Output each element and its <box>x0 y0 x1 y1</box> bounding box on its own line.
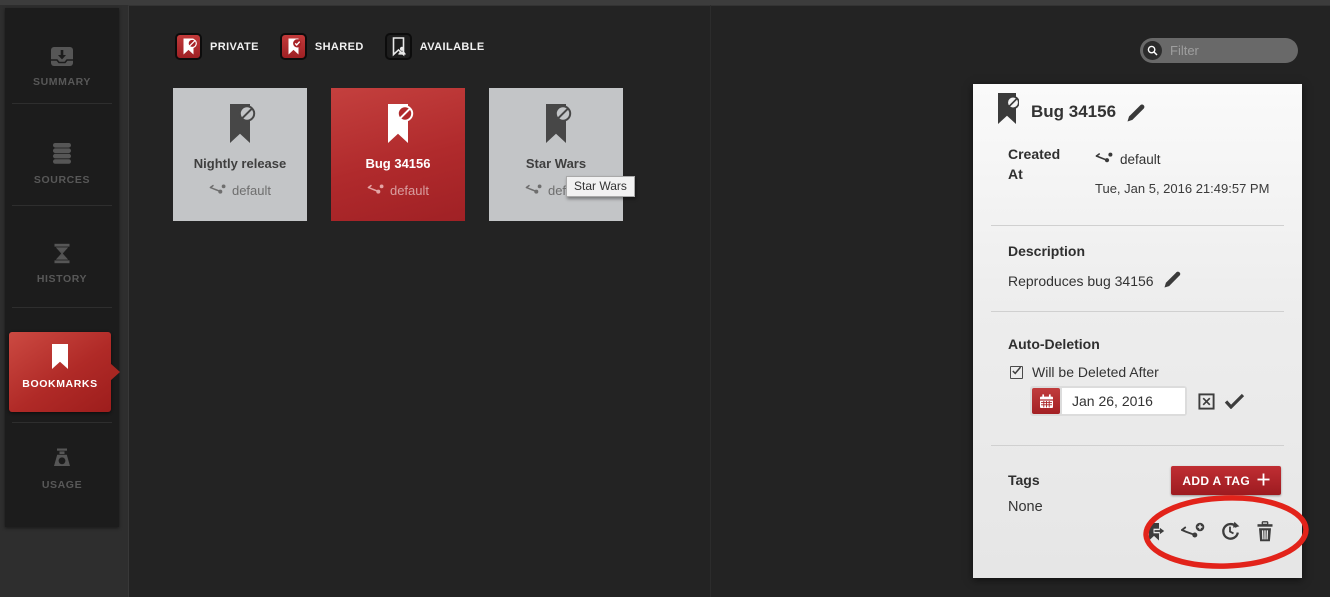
cancel-date-icon[interactable] <box>1198 393 1215 410</box>
bookmark-stream: default <box>209 183 271 198</box>
bookmark-filter-tabs: PRIVATE SHARED AVAILABLE <box>175 33 506 60</box>
bookmark-disabled-icon <box>223 103 257 150</box>
usage-weight-icon <box>51 448 73 470</box>
sidebar-item-label: USAGE <box>5 479 119 491</box>
tooltip: Star Wars <box>566 176 635 197</box>
bookmark-card-list: Nightly release default Bug 34156 <box>173 88 647 221</box>
sidebar-item-bookmarks[interactable]: BOOKMARKS <box>9 332 111 412</box>
bookmark-name: Nightly release <box>194 156 287 171</box>
detail-title: Bug 34156 <box>1031 102 1116 122</box>
stream-icon <box>1095 151 1113 167</box>
bookmark-private-icon <box>175 33 202 60</box>
bookmark-action-toolbar <box>1145 521 1274 542</box>
stream-name: default <box>1120 152 1161 167</box>
created-at-timestamp: Tue, Jan 5, 2016 21:49:57 PM <box>1095 181 1269 196</box>
section-divider <box>991 445 1284 446</box>
sidebar-divider <box>12 103 112 104</box>
sidebar-divider <box>12 307 112 308</box>
hourglass-icon <box>52 243 72 264</box>
sidebar-item-summary[interactable]: SUMMARY <box>5 46 119 88</box>
sidebar-item-sources[interactable]: SOURCES <box>5 142 119 186</box>
created-at-label: Created At <box>1008 144 1072 185</box>
sidebar: SUMMARY SOURCES HISTORY <box>5 8 119 527</box>
new-stream-icon[interactable] <box>1180 522 1205 541</box>
tab-private[interactable]: PRIVATE <box>175 33 259 60</box>
bookmark-stream: default <box>367 183 429 198</box>
export-bookmark-icon[interactable] <box>1145 522 1165 542</box>
delete-trash-icon[interactable] <box>1256 521 1274 542</box>
date-picker-group <box>1030 386 1187 416</box>
inbox-download-icon <box>50 46 74 67</box>
confirm-date-check-icon[interactable] <box>1224 393 1245 409</box>
description-row: Reproduces bug 34156 <box>1008 270 1182 292</box>
detail-header: Bug 34156 <box>997 93 1146 131</box>
deletion-date-input[interactable] <box>1062 388 1185 414</box>
filter-search <box>1140 38 1298 63</box>
bookmark-disabled-icon <box>539 103 573 150</box>
tags-label: Tags <box>1008 472 1040 488</box>
sidebar-divider <box>12 205 112 206</box>
tab-available[interactable]: AVAILABLE <box>385 33 485 60</box>
bookmark-disabled-icon <box>997 93 1019 131</box>
edit-title-pencil-icon[interactable] <box>1126 103 1146 128</box>
restore-history-icon[interactable] <box>1220 521 1241 542</box>
sidebar-item-label: SOURCES <box>5 174 119 186</box>
tab-label: AVAILABLE <box>420 41 485 53</box>
bookmark-card-star-wars[interactable]: Star Wars default <box>489 88 623 221</box>
sidebar-item-label: BOOKMARKS <box>9 378 111 390</box>
description-value: Reproduces bug 34156 <box>1008 273 1154 289</box>
calendar-button[interactable] <box>1032 388 1060 414</box>
add-a-tag-button[interactable]: ADD A TAG <box>1171 466 1281 495</box>
stream-name: default <box>390 183 429 198</box>
content-pane-divider <box>710 5 711 597</box>
checkbox-label: Will be Deleted After <box>1032 364 1159 380</box>
section-divider <box>991 311 1284 312</box>
created-at-stream: default <box>1095 151 1161 167</box>
add-a-tag-label: ADD A TAG <box>1182 474 1250 488</box>
description-label: Description <box>1008 243 1085 259</box>
bookmark-detail-panel: Bug 34156 Created At default Tue, Jan 5,… <box>973 84 1302 578</box>
stream-icon <box>525 183 542 198</box>
checkbox-checked-icon[interactable] <box>1010 366 1023 379</box>
deletion-date-row <box>1030 386 1245 416</box>
tab-shared[interactable]: SHARED <box>280 33 364 60</box>
bookmark-name: Star Wars <box>526 156 586 171</box>
tags-value: None <box>1008 499 1043 515</box>
database-icon <box>51 142 73 165</box>
auto-deletion-label: Auto-Deletion <box>1008 336 1100 352</box>
bookmark-card-bug-34156[interactable]: Bug 34156 default <box>331 88 465 221</box>
bookmark-icon <box>51 344 69 370</box>
calendar-icon <box>1038 393 1055 410</box>
plus-icon <box>1257 473 1270 489</box>
sidebar-item-label: SUMMARY <box>5 76 119 88</box>
bookmark-available-icon <box>385 33 412 60</box>
sidebar-item-usage[interactable]: USAGE <box>5 448 119 491</box>
tab-label: PRIVATE <box>210 41 259 53</box>
sidebar-item-history[interactable]: HISTORY <box>5 243 119 285</box>
bookmark-shared-icon <box>280 33 307 60</box>
section-divider <box>991 225 1284 226</box>
stream-icon <box>209 183 226 198</box>
edit-description-pencil-icon[interactable] <box>1163 270 1182 292</box>
sidebar-item-label: HISTORY <box>5 273 119 285</box>
bookmark-card-nightly-release[interactable]: Nightly release default <box>173 88 307 221</box>
filter-input[interactable] <box>1162 43 1298 58</box>
bookmark-disabled-icon <box>381 103 415 150</box>
search-icon <box>1143 41 1162 60</box>
stream-name: default <box>232 183 271 198</box>
bookmark-name: Bug 34156 <box>365 156 430 171</box>
stream-icon <box>367 183 384 198</box>
tab-label: SHARED <box>315 41 364 53</box>
will-be-deleted-checkbox-row[interactable]: Will be Deleted After <box>1010 364 1159 380</box>
sidebar-divider <box>12 422 112 423</box>
